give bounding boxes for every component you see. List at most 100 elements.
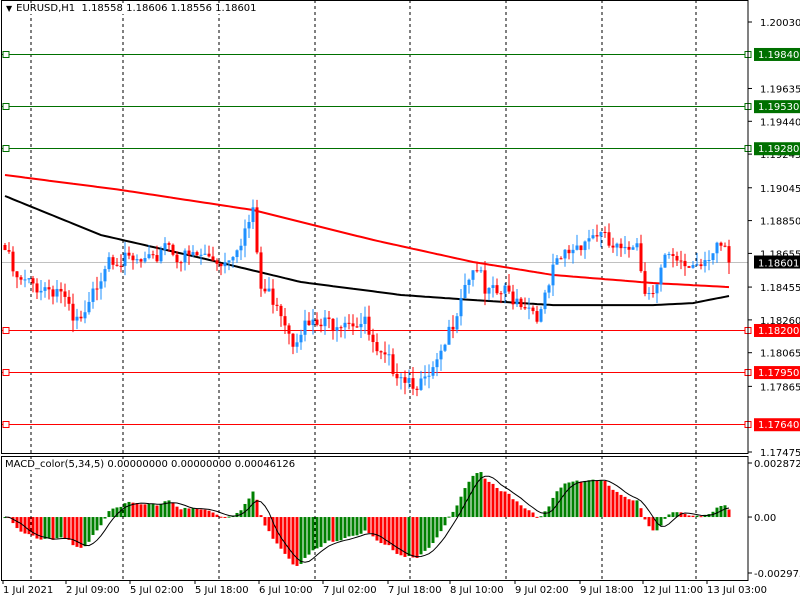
candle-bear bbox=[19, 277, 23, 280]
candle-bull bbox=[419, 378, 423, 390]
candle-bull bbox=[243, 228, 247, 246]
candle-bear bbox=[131, 255, 135, 261]
macd-histogram-bar bbox=[427, 517, 431, 548]
macd-histogram-bar bbox=[683, 513, 687, 518]
candle-bull bbox=[463, 284, 467, 299]
candle-bull bbox=[103, 269, 107, 282]
macd-histogram-bar bbox=[343, 517, 347, 539]
macd-histogram-bar bbox=[207, 510, 211, 518]
macd-histogram-bar bbox=[663, 517, 667, 519]
candle-bull bbox=[491, 285, 495, 288]
candle-bear bbox=[531, 307, 535, 312]
candle-bull bbox=[99, 281, 103, 289]
macd-histogram-bar bbox=[71, 517, 75, 546]
candle-bear bbox=[355, 326, 359, 328]
candle-bear bbox=[11, 251, 15, 272]
candle-bear bbox=[451, 326, 455, 330]
macd-histogram-bar bbox=[447, 516, 451, 518]
candle-bull bbox=[647, 293, 651, 295]
price-tick-label: 1.17475 bbox=[760, 448, 800, 459]
candle-bear bbox=[687, 266, 691, 268]
macd-value-3: 0.00046126 bbox=[234, 459, 296, 470]
candle-bear bbox=[67, 296, 71, 304]
candle-bull bbox=[191, 252, 195, 256]
high-value: 1.18606 bbox=[126, 3, 168, 14]
candle-bear bbox=[7, 250, 11, 252]
candle-bear bbox=[379, 351, 383, 353]
macd-histogram-bar bbox=[67, 517, 71, 540]
candle-bull bbox=[43, 287, 47, 291]
price-chart[interactable]: 1.200301.196351.194401.192451.190451.188… bbox=[0, 0, 800, 600]
macd-histogram-bar bbox=[695, 515, 699, 518]
level-handle bbox=[2, 421, 10, 428]
dropdown-triangle-icon[interactable]: ▼ bbox=[6, 4, 12, 13]
candle-bull bbox=[223, 262, 227, 267]
macd-histogram-bar bbox=[643, 517, 647, 520]
candle-bear bbox=[331, 318, 335, 331]
candle-bear bbox=[627, 246, 631, 250]
macd-histogram-bar bbox=[495, 487, 499, 518]
macd-histogram-bar bbox=[55, 517, 59, 539]
candle-bear bbox=[283, 316, 287, 326]
macd-histogram-bar bbox=[323, 517, 327, 544]
candle-bear bbox=[643, 271, 647, 294]
candle-bear bbox=[211, 256, 215, 261]
macd-histogram-bar bbox=[375, 517, 379, 541]
macd-histogram-bar bbox=[627, 499, 631, 518]
candle-bull bbox=[707, 259, 711, 261]
candle-bear bbox=[79, 316, 83, 319]
candle-bear bbox=[47, 287, 51, 290]
candle-bear bbox=[59, 288, 63, 292]
macd-histogram-bar bbox=[63, 517, 67, 539]
price-tick-label: 1.17865 bbox=[760, 382, 800, 393]
level-price-label: 1.18200 bbox=[758, 326, 799, 337]
candle-bull bbox=[711, 253, 715, 260]
macd-histogram-bar bbox=[279, 517, 283, 549]
macd-histogram-bar bbox=[111, 508, 115, 518]
candle-bull bbox=[295, 342, 299, 347]
candle-bull bbox=[91, 288, 95, 302]
macd-histogram-bar bbox=[647, 517, 651, 527]
macd-histogram-bar bbox=[291, 517, 295, 565]
macd-histogram-bar bbox=[187, 508, 191, 518]
candle-bull bbox=[575, 245, 579, 250]
macd-histogram-bar bbox=[563, 483, 567, 518]
macd-histogram-bar bbox=[523, 508, 527, 518]
time-label: 1 Jul 2021 bbox=[3, 585, 53, 596]
macd-histogram-bar bbox=[615, 491, 619, 518]
candle-bull bbox=[227, 260, 231, 263]
macd-histogram-bar bbox=[611, 489, 615, 518]
macd-histogram-bar bbox=[559, 487, 563, 518]
candle-bear bbox=[127, 252, 131, 256]
candle-bear bbox=[727, 246, 731, 263]
candle-bear bbox=[259, 252, 263, 289]
macd-histogram-bar bbox=[199, 509, 203, 518]
macd-histogram-bar bbox=[423, 517, 427, 551]
candle-bull bbox=[159, 249, 163, 262]
candle-bull bbox=[667, 254, 671, 256]
macd-histogram-bar bbox=[591, 479, 595, 518]
macd-histogram-bar bbox=[367, 517, 371, 534]
candle-bull bbox=[583, 241, 587, 251]
candle-bear bbox=[179, 262, 183, 264]
macd-histogram-bar bbox=[155, 505, 159, 518]
candle-bear bbox=[263, 288, 267, 292]
candle-bear bbox=[499, 293, 503, 295]
candle-bull bbox=[87, 301, 91, 313]
macd-name: MACD_color(5,34,5) bbox=[5, 459, 105, 470]
macd-histogram-bar bbox=[723, 505, 727, 518]
candle-bull bbox=[471, 270, 475, 280]
macd-histogram-bar bbox=[575, 480, 579, 518]
candle-bull bbox=[135, 259, 139, 261]
candle-bull bbox=[631, 247, 635, 250]
macd-histogram-bar bbox=[507, 493, 511, 518]
candle-bull bbox=[447, 326, 451, 345]
candle-bull bbox=[623, 246, 627, 249]
candle-bull bbox=[399, 377, 403, 379]
macd-histogram-bar bbox=[487, 481, 491, 518]
candle-bear bbox=[495, 285, 499, 294]
open-value: 1.18558 bbox=[81, 3, 123, 14]
macd-histogram-bar bbox=[667, 514, 671, 518]
candle-bear bbox=[719, 242, 723, 246]
chart-header: ▼ EURUSD,H1 1.18558 1.18606 1.18556 1.186… bbox=[4, 3, 259, 14]
